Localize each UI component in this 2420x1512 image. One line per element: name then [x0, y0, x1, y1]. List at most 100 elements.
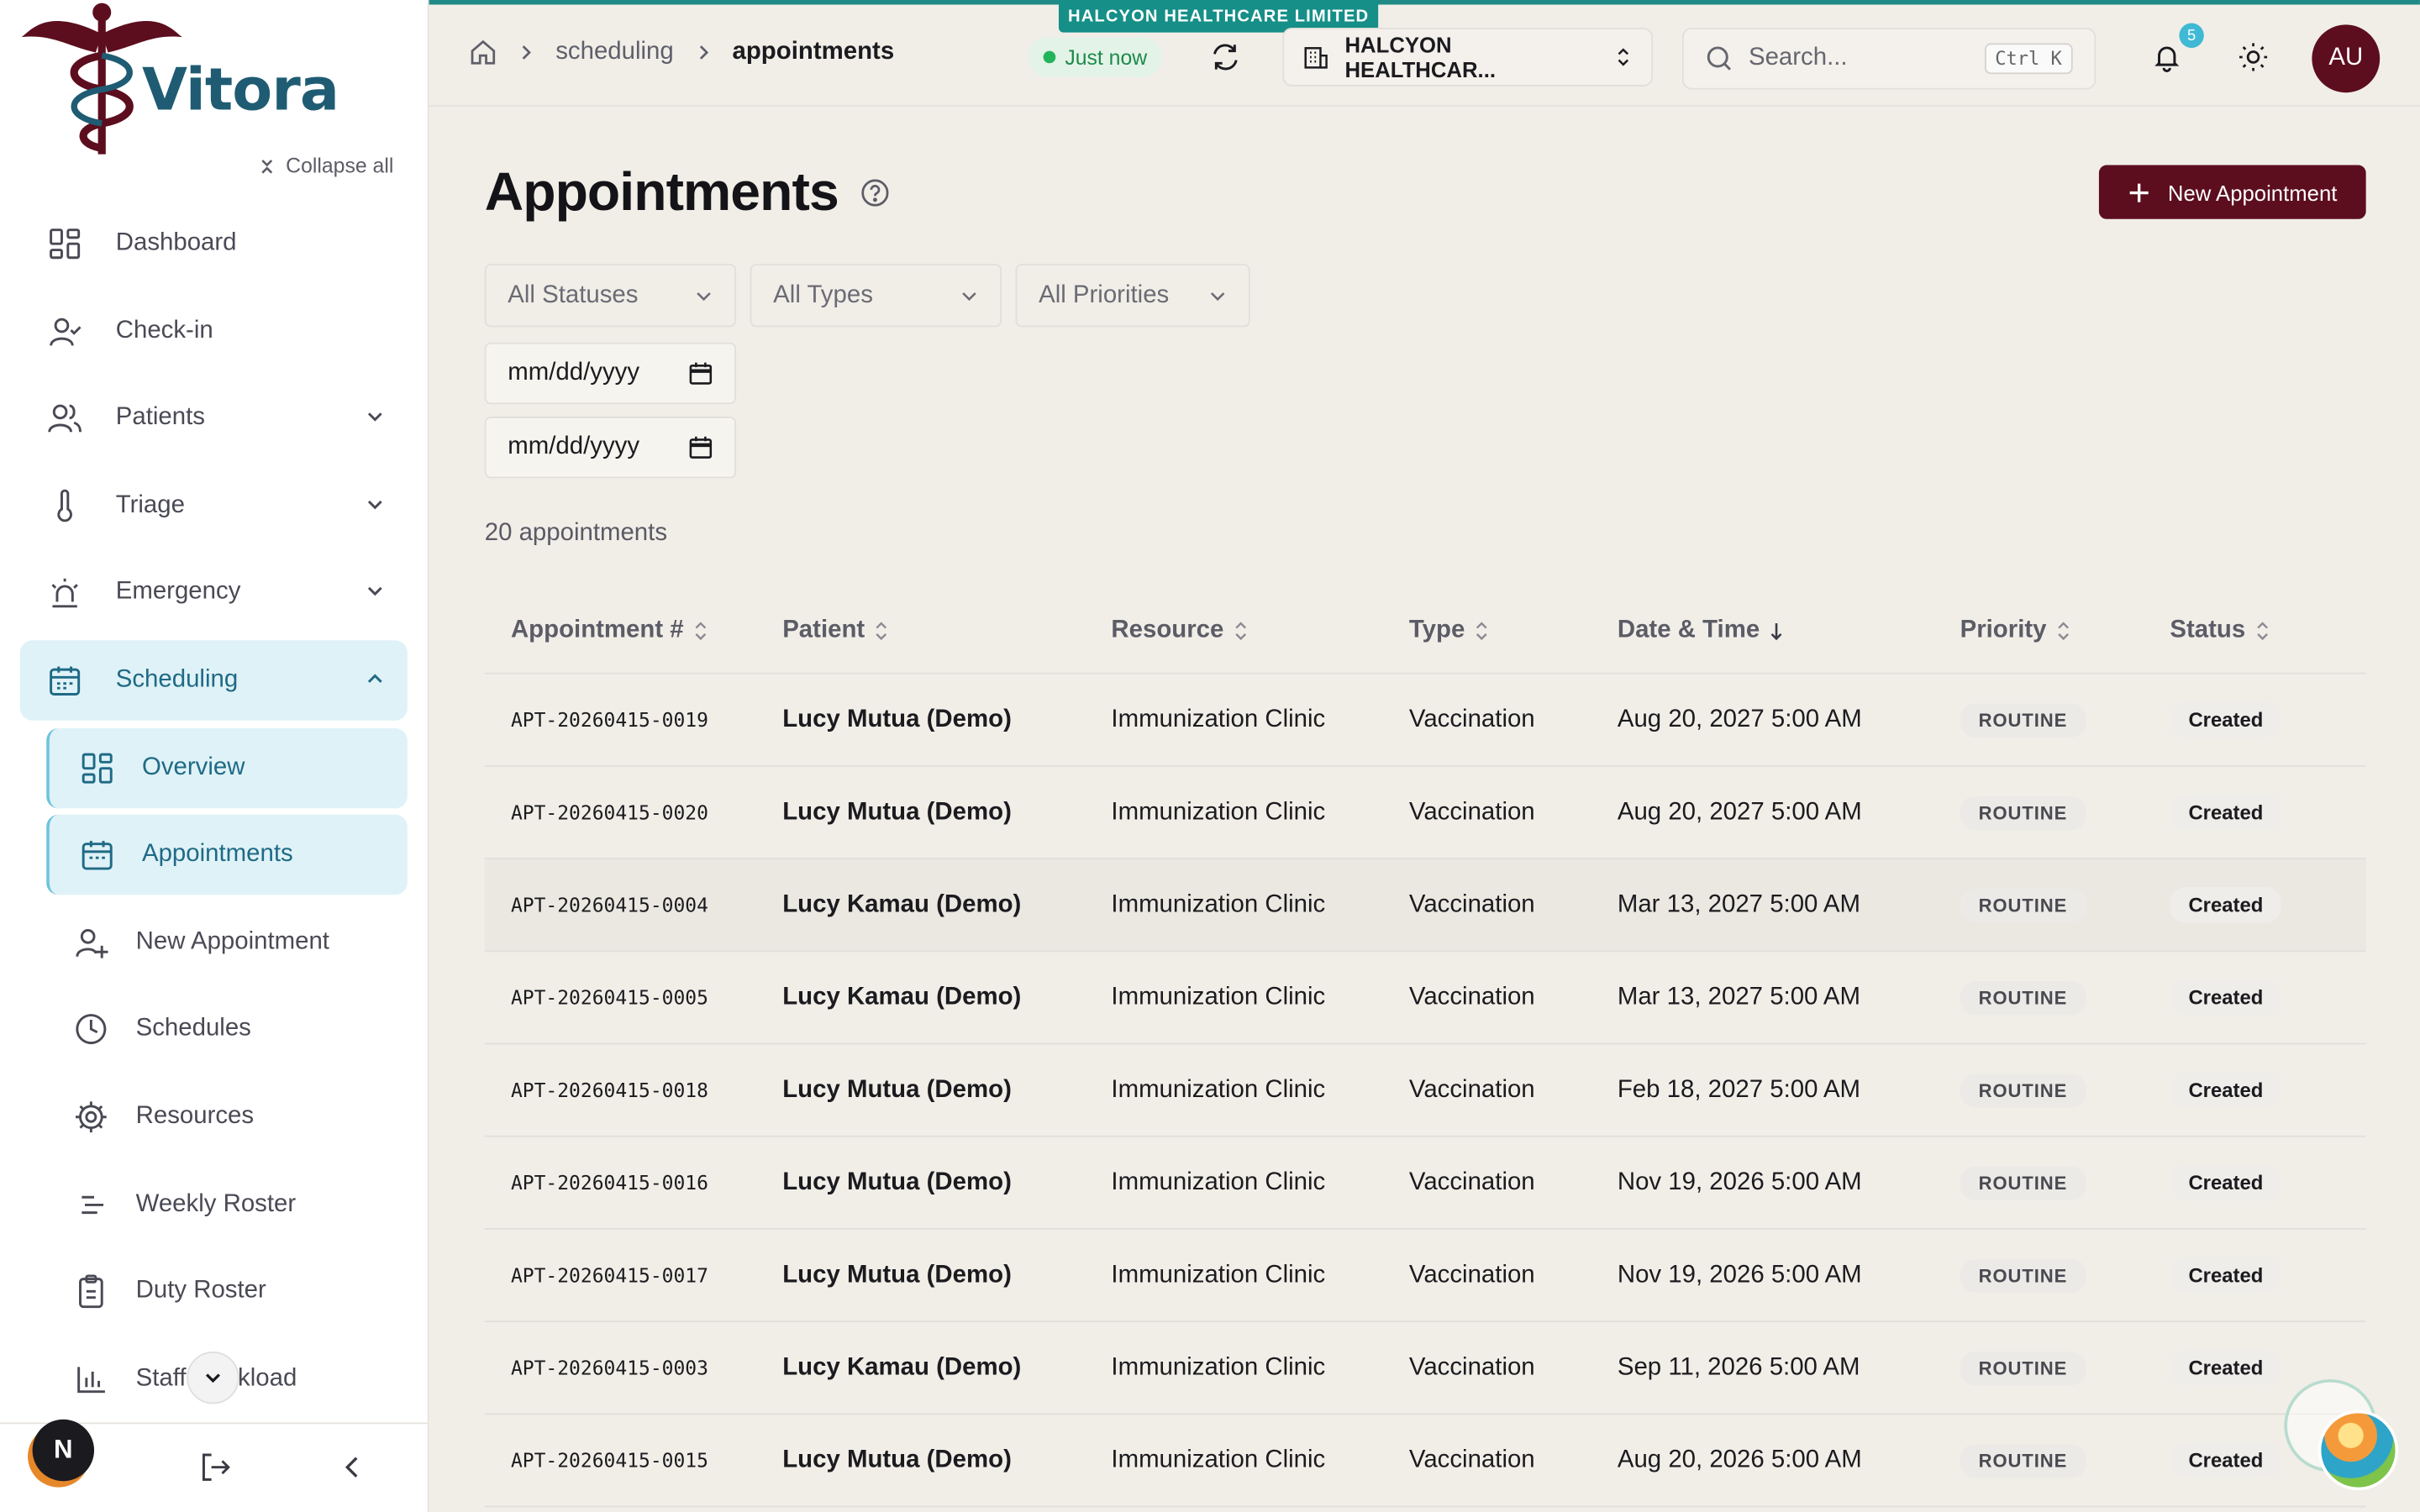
table-row[interactable]: APT-20260415-0015 Lucy Mutua (Demo) Immu… — [484, 1415, 2366, 1508]
date-to-input[interactable]: mm/dd/yyyy — [484, 416, 737, 479]
sidebar-item-label: New Appointment — [135, 928, 329, 955]
column-header-date-time[interactable]: Date & Time — [1618, 617, 1960, 644]
appointment-id[interactable]: APT-20260415-0016 — [485, 1171, 782, 1194]
breadcrumb-scheduling[interactable]: scheduling — [555, 39, 674, 66]
calendar-icon[interactable] — [688, 361, 713, 386]
sidebar-item-appointments[interactable]: Appointments — [46, 815, 408, 895]
topbar: HALCYON HEALTHCARE LIMITED scheduling ap… — [429, 0, 2420, 107]
priority-badge: ROUTINE — [1960, 1257, 2086, 1293]
sidebar-item-weekly-roster[interactable]: Weekly Roster — [46, 1164, 408, 1245]
status-badge: Created — [2170, 1164, 2282, 1200]
patient-name[interactable]: Lucy Kamau (Demo) — [782, 891, 1111, 919]
breadcrumb-appointments: appointments — [732, 38, 895, 66]
patient-name[interactable]: Lucy Mutua (Demo) — [782, 1076, 1111, 1104]
table-row[interactable]: APT-20260415-0005 Lucy Kamau (Demo) Immu… — [484, 952, 2366, 1045]
sort-icon — [876, 621, 887, 640]
priority-filter-select[interactable]: All Priorities — [1015, 264, 1250, 328]
notification-count-badge: 5 — [2179, 23, 2204, 48]
brand-logo[interactable]: Vitora — [18, 0, 420, 166]
priority-badge: ROUTINE — [1960, 888, 2086, 922]
sidebar-item-check-in[interactable]: Check-in — [20, 291, 408, 371]
column-header-resource[interactable]: Resource — [1111, 617, 1408, 644]
table-row[interactable]: APT-20260415-0018 Lucy Mutua (Demo) Immu… — [484, 1044, 2366, 1137]
sort-icon — [1476, 621, 1487, 640]
patient-name[interactable]: Lucy Mutua (Demo) — [782, 706, 1111, 733]
sidebar-item-overview[interactable]: Overview — [46, 727, 408, 808]
organization-name: HALCYON HEALTHCAR... — [1344, 32, 1496, 82]
scroll-down-button[interactable] — [187, 1351, 239, 1404]
page-title-text: Appointments — [484, 161, 839, 223]
table-row[interactable]: APT-20260415-0020 Lucy Mutua (Demo) Immu… — [484, 767, 2366, 860]
refresh-icon[interactable] — [1210, 42, 1241, 73]
user-avatar[interactable]: N — [32, 1419, 95, 1482]
collapse-sidebar-icon[interactable] — [339, 1450, 364, 1483]
sidebar-item-scheduling[interactable]: Scheduling — [19, 640, 408, 721]
date-from-input[interactable]: mm/dd/yyyy — [484, 342, 737, 405]
patient-name[interactable]: Lucy Mutua (Demo) — [782, 1446, 1111, 1474]
appointment-id[interactable]: APT-20260415-0003 — [485, 1356, 782, 1379]
status-filter-select[interactable]: All Statuses — [484, 264, 737, 328]
status-dot — [1043, 50, 1056, 64]
sidebar-item-triage[interactable]: Triage — [20, 465, 408, 546]
sidebar-item-patients[interactable]: Patients — [20, 378, 408, 459]
sidebar-item-label: Patients — [115, 404, 205, 431]
calendar-icon[interactable] — [688, 435, 713, 459]
collapse-icon — [261, 159, 273, 173]
column-header-patient[interactable]: Patient — [782, 617, 1111, 644]
appointment-id[interactable]: APT-20260415-0019 — [485, 708, 782, 732]
table-row[interactable]: APT-20260415-0004 Lucy Kamau (Demo) Immu… — [484, 859, 2366, 953]
appointment-id[interactable]: APT-20260415-0017 — [485, 1263, 782, 1287]
column-header-appointment[interactable]: Appointment # — [485, 617, 782, 644]
table-row[interactable]: APT-20260415-0017 Lucy Mutua (Demo) Immu… — [484, 1230, 2366, 1323]
appointment-id[interactable]: APT-20260415-0020 — [485, 801, 782, 824]
appointment-datetime: Feb 18, 2027 5:00 AM — [1617, 1076, 1861, 1103]
table-row[interactable]: APT-20260415-0019 Lucy Mutua (Demo) Immu… — [484, 675, 2366, 767]
column-header-type[interactable]: Type — [1409, 617, 1618, 644]
appointment-id[interactable]: APT-20260415-0004 — [485, 893, 782, 916]
patient-name[interactable]: Lucy Mutua (Demo) — [782, 1262, 1111, 1289]
collapse-all-button[interactable]: Collapse all — [258, 155, 393, 177]
patient-name[interactable]: Lucy Kamau (Demo) — [782, 984, 1111, 1011]
chevron-down-icon — [962, 291, 976, 301]
user-avatar[interactable]: AU — [2312, 24, 2381, 93]
sidebar: Vitora Collapse all Dashboard Check-in P… — [0, 0, 429, 1512]
sidebar-item-dashboard[interactable]: Dashboard — [20, 203, 408, 284]
column-header-priority[interactable]: Priority — [1960, 617, 2170, 644]
sidebar-item-resources[interactable]: Resources — [46, 1077, 408, 1158]
sidebar-item-label: Emergency — [115, 579, 241, 606]
patient-name[interactable]: Lucy Mutua (Demo) — [782, 798, 1111, 826]
type-filter-select[interactable]: All Types — [750, 264, 1002, 328]
table-row[interactable]: APT-20260415-0016 Lucy Mutua (Demo) Immu… — [484, 1137, 2366, 1230]
home-icon[interactable] — [469, 39, 497, 66]
resource-name: Immunization Clinic — [1111, 1261, 1326, 1288]
help-icon[interactable] — [860, 177, 892, 208]
new-appointment-button[interactable]: New Appointment — [2098, 165, 2366, 219]
filter-bar: All Statuses All Types All Priorities — [484, 264, 1250, 328]
appointment-type: Vaccination — [1408, 1168, 1535, 1195]
column-header-status[interactable]: Status — [2170, 617, 2365, 644]
priority-badge: ROUTINE — [1960, 1165, 2086, 1200]
sidebar-item-schedules[interactable]: Schedules — [46, 990, 408, 1070]
search-input[interactable]: Search... Ctrl K — [1682, 28, 2096, 90]
appointment-id[interactable]: APT-20260415-0015 — [485, 1449, 782, 1473]
breadcrumb: scheduling appointments — [469, 39, 894, 66]
sidebar-item-duty-roster[interactable]: Duty Roster — [46, 1252, 408, 1332]
new-appointment-label: New Appointment — [2167, 179, 2338, 205]
dashboard-icon — [50, 228, 81, 260]
table-row[interactable]: APT-20260415-0003 Lucy Kamau (Demo) Immu… — [484, 1322, 2366, 1415]
patient-name[interactable]: Lucy Mutua (Demo) — [782, 1168, 1111, 1196]
sun-icon[interactable] — [2238, 42, 2269, 73]
appointment-type: Vaccination — [1408, 1446, 1535, 1473]
column-header-label: Resource — [1111, 616, 1224, 643]
appointment-id[interactable]: APT-20260415-0018 — [485, 1079, 782, 1102]
logout-icon[interactable] — [197, 1450, 231, 1483]
bell-icon[interactable] — [2151, 42, 2182, 73]
sort-icon — [2058, 621, 2070, 640]
organization-selector[interactable]: HALCYON HEALTHCAR... — [1282, 28, 1654, 87]
patient-name[interactable]: Lucy Kamau (Demo) — [782, 1354, 1111, 1382]
appointment-id[interactable]: APT-20260415-0005 — [485, 986, 782, 1010]
resource-name: Immunization Clinic — [1111, 1168, 1326, 1195]
sidebar-item-emergency[interactable]: Emergency — [20, 553, 408, 633]
assistant-launcher-icon[interactable] — [2317, 1410, 2399, 1491]
sidebar-item-new-appointment[interactable]: New Appointment — [46, 902, 408, 983]
